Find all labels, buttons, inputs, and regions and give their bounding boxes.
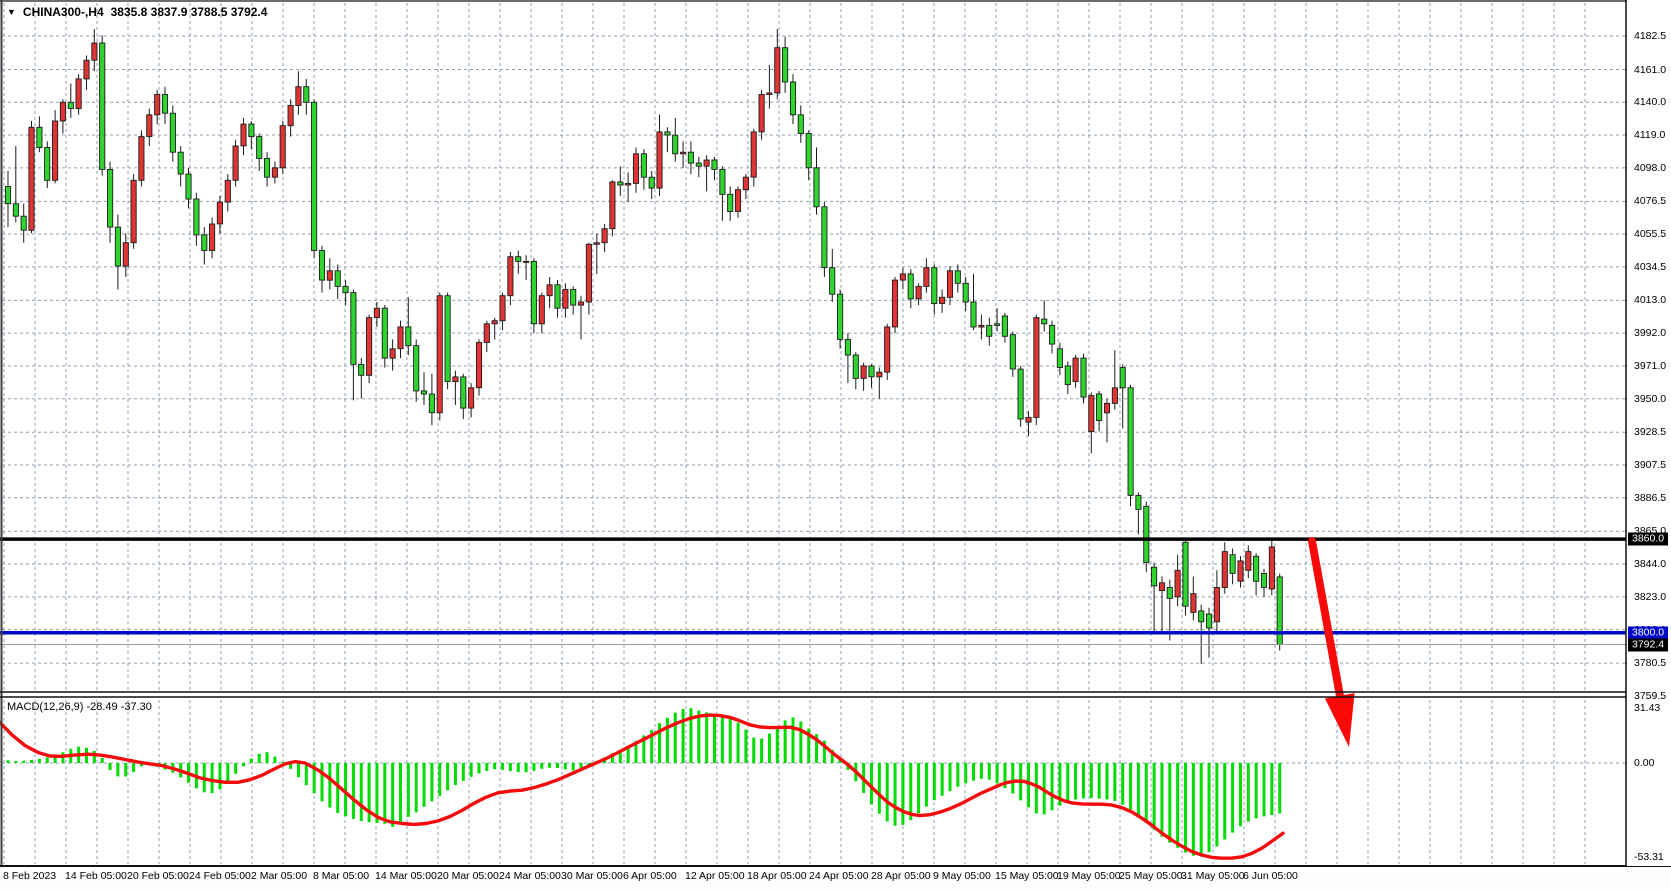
time-axis-label: 28 Apr 05:00 <box>871 870 931 882</box>
macd-indicator-label: MACD(12,26,9) -28.49 -37.30 <box>7 701 152 713</box>
price-axis-label: 4098.0 <box>1634 162 1666 174</box>
price-axis-label: 4182.5 <box>1634 30 1666 42</box>
time-axis-label: 24 Mar 05:00 <box>499 870 561 882</box>
time-axis-label: 18 Apr 05:00 <box>747 870 807 882</box>
time-axis-label: 20 Mar 05:00 <box>437 870 499 882</box>
time-axis-label: 12 Apr 05:00 <box>685 870 745 882</box>
price-axis-label: 4013.0 <box>1634 294 1666 306</box>
price-axis-label: 4034.5 <box>1634 261 1666 273</box>
time-axis-label: 24 Feb 05:00 <box>189 870 251 882</box>
time-axis-label: 25 May 05:00 <box>1119 870 1183 882</box>
candlesticks <box>5 29 1282 664</box>
symbol-dropdown-icon[interactable]: ▼ <box>7 6 16 18</box>
price-axis-label: 3950.0 <box>1634 393 1666 405</box>
price-line-label: 3860.0 <box>1628 533 1668 546</box>
price-axis-label: 3780.5 <box>1634 657 1666 669</box>
price-line-label: 3792.4 <box>1628 638 1668 651</box>
price-axis-label: 4119.0 <box>1634 129 1665 141</box>
price-axis-label: 4076.5 <box>1634 195 1666 207</box>
trend-arrow[interactable] <box>1312 541 1355 747</box>
ohlc-values: 3835.8 3837.9 3788.5 3792.4 <box>111 5 268 19</box>
price-axis-label: 3907.5 <box>1634 459 1666 471</box>
macd-axis-label: 31.43 <box>1634 702 1660 714</box>
price-axis-label: 3992.0 <box>1634 327 1666 339</box>
time-axis-label: 30 Mar 05:00 <box>561 870 623 882</box>
time-axis-label: 6 Jun 05:00 <box>1243 870 1298 882</box>
price-axis-label: 3928.5 <box>1634 426 1666 438</box>
price-axis-label: 4140.0 <box>1634 96 1666 108</box>
trading-terminal-window: .g{stroke:#8fa0b4;stroke-width:1;stroke-… <box>0 0 1671 889</box>
price-axis-label: 3759.5 <box>1634 690 1666 702</box>
price-axis-label: 3844.0 <box>1634 558 1666 570</box>
price-axis-label: 3823.0 <box>1634 591 1666 603</box>
time-axis-label: 2 Mar 05:00 <box>251 870 307 882</box>
time-axis-label: 14 Mar 05:00 <box>375 870 437 882</box>
time-axis-label: 19 May 05:00 <box>1057 870 1121 882</box>
time-axis-label: 20 Feb 05:00 <box>127 870 189 882</box>
price-axis-label: 3971.0 <box>1634 360 1666 372</box>
time-axis-label: 8 Feb 2023 <box>3 870 56 882</box>
price-axis-label: 4161.0 <box>1634 64 1666 76</box>
time-axis-label: 6 Apr 05:00 <box>623 870 677 882</box>
chart-title-bar: ▼ CHINA300-,H4 3835.8 3837.9 3788.5 3792… <box>7 5 267 19</box>
time-axis-label: 15 May 05:00 <box>995 870 1059 882</box>
time-axis-label: 8 Mar 05:00 <box>313 870 369 882</box>
time-axis-label: 14 Feb 05:00 <box>65 870 127 882</box>
price-axis-label: 3886.5 <box>1634 492 1666 504</box>
price-axis-label: 4055.5 <box>1634 228 1666 240</box>
macd-axis-label: -53.31 <box>1634 851 1664 863</box>
time-axis-label: 9 May 05:00 <box>933 870 991 882</box>
macd-axis-label: 0.00 <box>1634 757 1654 769</box>
symbol-period-label: CHINA300-,H4 <box>23 5 104 19</box>
time-axis-label: 31 May 05:00 <box>1181 870 1245 882</box>
time-axis-label: 24 Apr 05:00 <box>809 870 869 882</box>
